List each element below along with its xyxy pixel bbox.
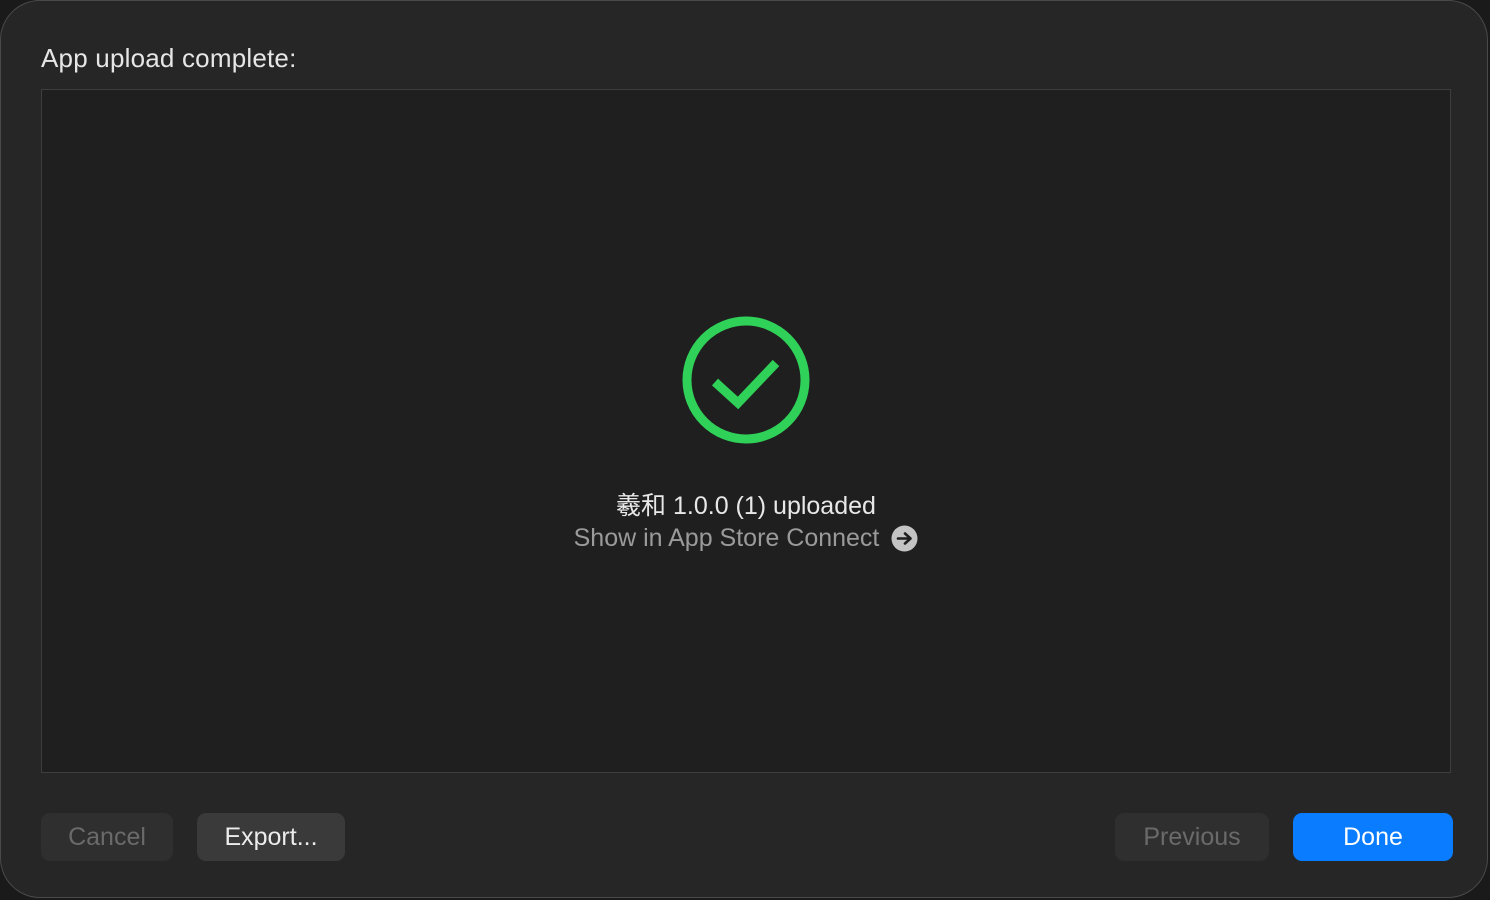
dialog-title: App upload complete: — [41, 43, 297, 73]
previous-button[interactable]: Previous — [1115, 813, 1269, 861]
checkmark-circle-icon — [682, 316, 810, 444]
done-button[interactable]: Done — [1293, 813, 1453, 861]
arrow-right-circle-icon[interactable] — [891, 525, 918, 552]
result-panel: 羲和 1.0.0 (1) uploaded Show in App Store … — [41, 89, 1451, 773]
upload-dialog-window: App upload complete: 羲和 1.0.0 (1) upload… — [0, 0, 1488, 898]
link-label: Show in App Store Connect — [573, 524, 880, 552]
upload-status-text: 羲和 1.0.0 (1) uploaded — [616, 492, 876, 520]
cancel-button[interactable]: Cancel — [41, 813, 173, 861]
export-button[interactable]: Export... — [197, 813, 345, 861]
show-in-app-store-connect-link[interactable]: Show in App Store Connect — [42, 524, 1450, 553]
